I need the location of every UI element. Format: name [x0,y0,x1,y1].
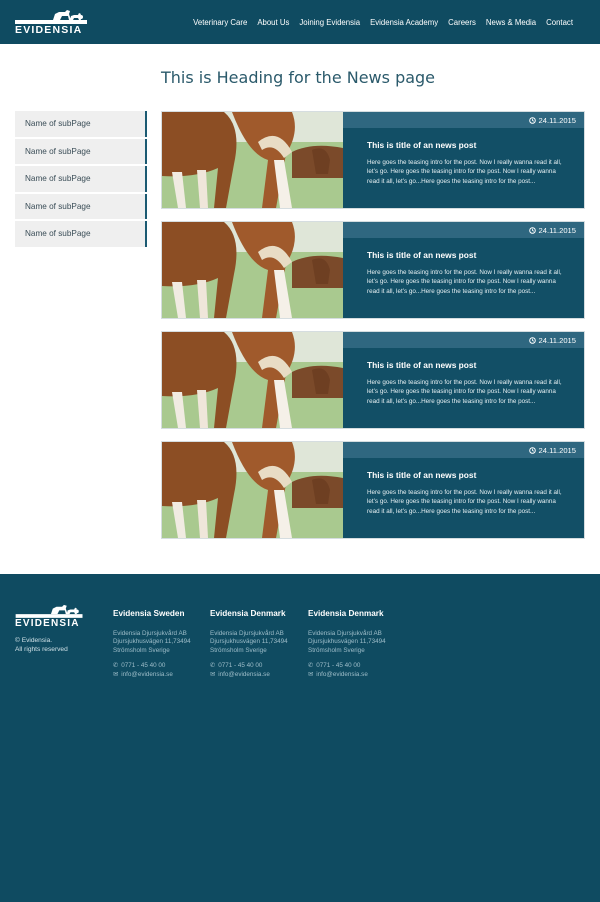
office-street: Djursjukhusvägen 11,73494 [113,638,191,646]
logo-text: EVIDENSIA [15,24,83,36]
office-email-address: info@evidensia.se [218,671,270,679]
office-city: Strömsholm Sverige [113,646,170,654]
post-title[interactable]: This is title of an news post [367,360,476,370]
office-phone[interactable]: ✆ 0771 - 45 40 00 [210,661,300,670]
main-nav: Veterinary Care About Us Joining Evidens… [193,0,573,44]
phone-icon: ✆ [210,661,216,669]
office-phone[interactable]: ✆ 0771 - 45 40 00 [308,661,398,670]
post-teaser: Here goes the teasing intro for the post… [367,269,562,295]
nav-joining-evidensia[interactable]: Joining Evidensia [299,18,360,27]
site-header: EVIDENSIA Veterinary Care About Us Joini… [0,0,600,44]
evidensia-logo[interactable]: EVIDENSIA [15,8,89,36]
news-post-content: 24.11.2015 This is title of an news post… [343,442,584,538]
post-title[interactable]: This is title of an news post [367,250,476,260]
sidebar: Name of subPage Name of subPage Name of … [15,111,147,249]
email-icon: ✉ [210,671,216,679]
copyright-text: © Evidensia. [15,637,53,644]
post-date-bar: 24.11.2015 [343,332,584,348]
horses-grazing-image-svg [162,332,343,428]
office-city: Strömsholm Sverige [210,646,267,654]
sidebar-item[interactable]: Name of subPage [15,221,147,247]
nav-careers[interactable]: Careers [448,18,476,27]
office-street: Djursjukhusvägen 11,73494 [210,638,288,646]
clock-icon [528,336,536,344]
sidebar-item[interactable]: Name of subPage [15,138,147,164]
office-company: Evidensia Djursjukvård AB [113,630,187,637]
office-email-address: info@evidensia.se [121,671,173,679]
office-phone[interactable]: ✆ 0771 - 45 40 00 [113,661,203,670]
office-email[interactable]: ✉ info@evidensia.se [210,670,300,679]
horses-grazing-image[interactable] [162,332,343,428]
rights-text: All rights reserved [15,646,68,653]
news-post[interactable]: 24.11.2015 This is title of an news post… [161,331,585,429]
office-title: Evidensia Denmark [308,609,384,618]
news-post-content: 24.11.2015 This is title of an news post… [343,112,584,208]
news-post-content: 24.11.2015 This is title of an news post… [343,332,584,428]
horses-grazing-image-svg [162,222,343,318]
office-company: Evidensia Djursjukvård AB [308,630,382,637]
post-date: 24.11.2015 [538,335,576,345]
post-title[interactable]: This is title of an news post [367,470,476,480]
clock-icon [528,116,536,124]
horses-grazing-image[interactable] [162,222,343,318]
footer-evidensia-logo[interactable]: EVIDENSIA [15,603,85,629]
office-company: Evidensia Djursjukvård AB [210,630,284,637]
post-teaser: Here goes the teasing intro for the post… [367,379,562,405]
phone-icon: ✆ [113,661,119,669]
office-street: Djursjukhusvägen 11,73494 [308,638,386,646]
sidebar-item[interactable]: Name of subPage [15,166,147,192]
office-denmark-2: Evidensia Denmark Evidensia Djursjukvård… [308,609,398,680]
post-date: 24.11.2015 [538,115,576,125]
nav-contact[interactable]: Contact [546,18,573,27]
office-denmark: Evidensia Denmark Evidensia Djursjukvård… [210,609,300,680]
news-post[interactable]: 24.11.2015 This is title of an news post… [161,441,585,539]
clock-icon [528,446,536,454]
office-title: Evidensia Denmark [210,609,286,618]
horses-grazing-image-svg [162,442,343,538]
nav-evidensia-academy[interactable]: Evidensia Academy [370,18,438,27]
news-post-list: 24.11.2015 This is title of an news post… [161,111,585,551]
horses-grazing-image[interactable] [162,112,343,208]
phone-icon: ✆ [308,661,314,669]
horses-grazing-image[interactable] [162,442,343,538]
post-title[interactable]: This is title of an news post [367,140,476,150]
office-phone-number: 0771 - 45 40 00 [218,661,263,669]
nav-news-media[interactable]: News & Media [486,18,536,27]
footer-logo-text: EVIDENSIA [15,618,80,629]
office-city: Strömsholm Sverige [308,646,365,654]
post-date-bar: 24.11.2015 [343,442,584,458]
nav-about-us[interactable]: About Us [257,18,289,27]
office-title: Evidensia Sweden [113,609,185,618]
sidebar-item[interactable]: Name of subPage [15,193,147,219]
post-teaser: Here goes the teasing intro for the post… [367,489,562,515]
office-email[interactable]: ✉ info@evidensia.se [308,670,398,679]
email-icon: ✉ [113,671,119,679]
nav-veterinary-care[interactable]: Veterinary Care [193,18,247,27]
post-date: 24.11.2015 [538,445,576,455]
post-date-bar: 24.11.2015 [343,222,584,238]
office-sweden: Evidensia Sweden Evidensia Djursjukvård … [113,609,203,680]
news-post[interactable]: 24.11.2015 This is title of an news post… [161,221,585,319]
office-email[interactable]: ✉ info@evidensia.se [113,670,203,679]
site-footer: EVIDENSIA [0,574,600,902]
office-phone-number: 0771 - 45 40 00 [316,661,361,669]
office-phone-number: 0771 - 45 40 00 [121,661,166,669]
post-date: 24.11.2015 [538,225,576,235]
page-title: This is Heading for the News page [161,68,436,87]
news-post-content: 24.11.2015 This is title of an news post… [343,222,584,318]
news-post[interactable]: 24.11.2015 This is title of an news post… [161,111,585,209]
clock-icon [528,226,536,234]
post-date-bar: 24.11.2015 [343,112,584,128]
email-icon: ✉ [308,671,314,679]
sidebar-item[interactable]: Name of subPage [15,111,147,137]
office-email-address: info@evidensia.se [316,671,368,679]
post-teaser: Here goes the teasing intro for the post… [367,159,562,185]
horses-grazing-image-svg [162,112,343,208]
